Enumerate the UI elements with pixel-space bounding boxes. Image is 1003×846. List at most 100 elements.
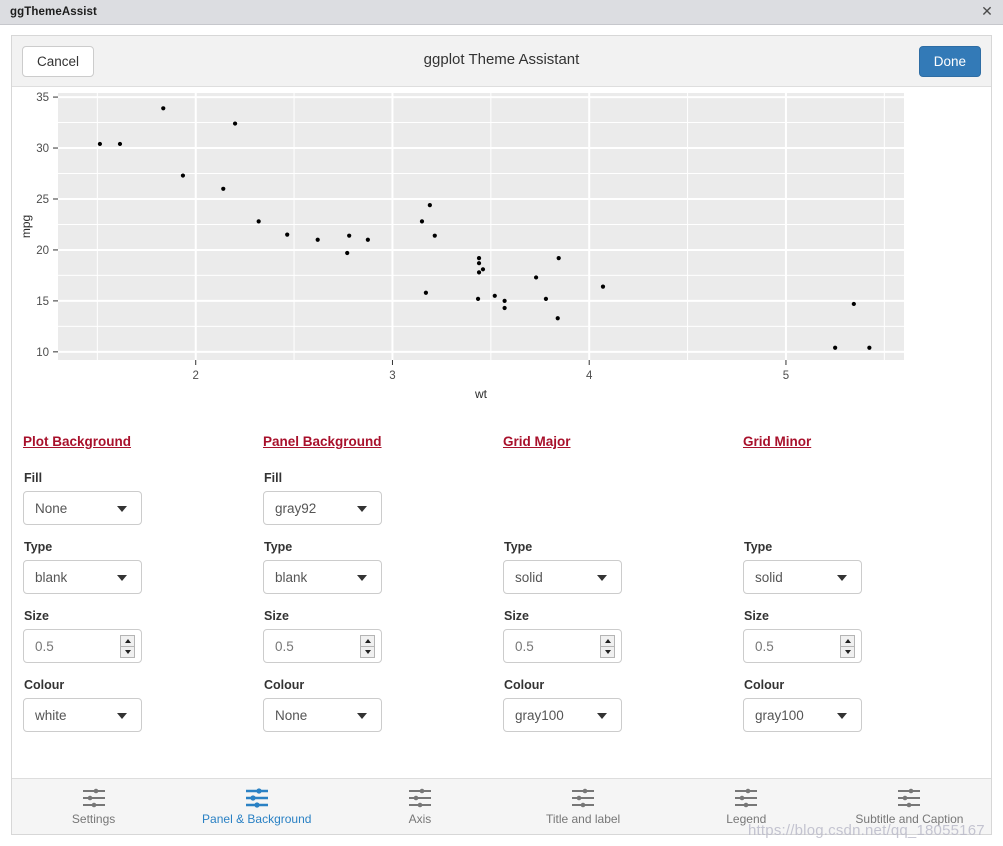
x-axis-tick-label: 2: [193, 370, 199, 382]
data-point: [476, 261, 482, 266]
x-axis-title: wt: [474, 387, 488, 401]
section-heading[interactable]: Plot Background: [23, 434, 131, 449]
data-point: [533, 275, 539, 280]
data-point: [232, 121, 238, 126]
data-point: [427, 203, 432, 208]
stepper-up-icon[interactable]: [600, 635, 615, 647]
data-point: [161, 106, 166, 111]
select-colour[interactable]: white: [23, 698, 142, 732]
quantity-stepper: [840, 635, 855, 658]
scatter-plot: 10 15 20 25 30 35 2 3 4 5 wt mpg: [19, 92, 904, 401]
chevron-down-icon: [357, 575, 367, 581]
field-fill: Fill None: [23, 471, 263, 525]
data-point: [221, 186, 226, 191]
stepper-up-icon[interactable]: [120, 635, 135, 647]
field-size: Size 0.5: [743, 609, 983, 663]
y-axis-tick-label: 20: [36, 245, 49, 257]
stepper-down-icon[interactable]: [840, 647, 855, 658]
select-type[interactable]: solid: [743, 560, 862, 594]
sliders-icon: [898, 788, 921, 808]
x-axis-tick-label: 3: [389, 370, 395, 382]
field-colour: Colour white: [23, 678, 263, 732]
data-point: [867, 345, 872, 350]
data-point: [432, 233, 437, 238]
data-point: [543, 296, 549, 301]
nav-item-axis[interactable]: Axis: [338, 779, 501, 834]
sliders-icon: [572, 788, 595, 808]
section-heading[interactable]: Grid Major: [503, 434, 571, 449]
select-colour[interactable]: gray100: [743, 698, 862, 732]
y-axis-tick-label: 35: [36, 92, 49, 104]
number-value: 0.5: [35, 638, 54, 654]
field-colour: Colour gray100: [503, 678, 743, 732]
data-point: [347, 233, 352, 238]
sliders-icon: [245, 788, 268, 808]
nav-item-panel-background[interactable]: Panel & Background: [175, 779, 338, 834]
nav-item-title-and-label[interactable]: Title and label: [502, 779, 665, 834]
data-point: [365, 237, 370, 242]
stepper-up-icon[interactable]: [840, 635, 855, 647]
data-point: [475, 296, 481, 301]
data-point: [851, 301, 856, 307]
field-label: Type: [744, 540, 773, 554]
sliders-icon: [408, 788, 431, 808]
section-heading[interactable]: Grid Minor: [743, 434, 811, 449]
select-value: solid: [755, 569, 783, 585]
x-axis-tick-label: 4: [586, 370, 593, 382]
chevron-down-icon: [117, 713, 127, 719]
control-column-2: Grid MajorFillTypesolidSize0.5Colourgray…: [503, 433, 743, 747]
gadget-header: Cancel ggplot Theme Assistant Done: [12, 36, 991, 87]
field-size: Size 0.5: [503, 609, 743, 663]
number-value: 0.5: [755, 638, 774, 654]
control-column-0: Plot Background Fill None Type blank Size 0.5 C…: [23, 433, 263, 747]
select-colour[interactable]: gray100: [503, 698, 622, 732]
field-label: Type: [264, 540, 293, 554]
stepper-down-icon[interactable]: [600, 647, 615, 658]
select-value: None: [275, 707, 308, 723]
done-button[interactable]: Done: [918, 46, 981, 77]
stepper-down-icon[interactable]: [360, 647, 375, 658]
data-point: [555, 316, 560, 321]
controls-panel: Plot Background Fill None Type blank Size 0.5 C…: [12, 433, 991, 773]
field-label: Type: [504, 540, 533, 554]
number-input-size[interactable]: 0.5: [23, 629, 142, 663]
select-type[interactable]: solid: [503, 560, 622, 594]
field-fill: Fill gray92: [263, 471, 503, 525]
nav-item-label: Title and label: [545, 812, 621, 826]
number-input-size[interactable]: 0.5: [743, 629, 862, 663]
plot-panel-background: [58, 93, 904, 360]
stepper-up-icon[interactable]: [360, 635, 375, 647]
nav-item-label: Panel & Background: [202, 812, 312, 826]
bottom-navigation: Settings Panel & Background Axis Title and …: [12, 778, 991, 834]
number-value: 0.5: [275, 638, 294, 654]
nav-item-legend[interactable]: Legend: [665, 779, 828, 834]
field-label: Size: [24, 609, 50, 623]
select-colour[interactable]: None: [263, 698, 382, 732]
select-type[interactable]: blank: [263, 560, 382, 594]
data-point: [600, 284, 606, 289]
field-label: Size: [504, 609, 530, 623]
nav-item-label: Subtitle and Caption: [855, 812, 964, 826]
stepper-down-icon[interactable]: [120, 647, 135, 658]
sliders-icon: [735, 788, 758, 808]
nav-item-subtitle-and-caption[interactable]: Subtitle and Caption: [828, 779, 991, 834]
nav-item-label: Axis: [408, 812, 432, 826]
number-input-size[interactable]: 0.5: [263, 629, 382, 663]
chevron-down-icon: [597, 713, 607, 719]
field-label: Fill: [264, 471, 283, 485]
select-fill[interactable]: gray92: [263, 491, 382, 525]
select-type[interactable]: blank: [23, 560, 142, 594]
plot-preview: 10 15 20 25 30 35 2 3 4 5 wt mpg: [12, 88, 991, 433]
field-type: Type solid: [743, 540, 983, 594]
field-label: Colour: [744, 678, 785, 692]
chevron-down-icon: [837, 713, 847, 719]
select-fill[interactable]: None: [23, 491, 142, 525]
field-label: Colour: [24, 678, 65, 692]
close-icon[interactable]: ✕: [979, 4, 995, 20]
data-point: [256, 219, 261, 224]
data-point: [480, 267, 486, 272]
section-heading[interactable]: Panel Background: [263, 434, 382, 449]
field-label: Size: [264, 609, 290, 623]
number-input-size[interactable]: 0.5: [503, 629, 622, 663]
nav-item-settings[interactable]: Settings: [12, 779, 175, 834]
